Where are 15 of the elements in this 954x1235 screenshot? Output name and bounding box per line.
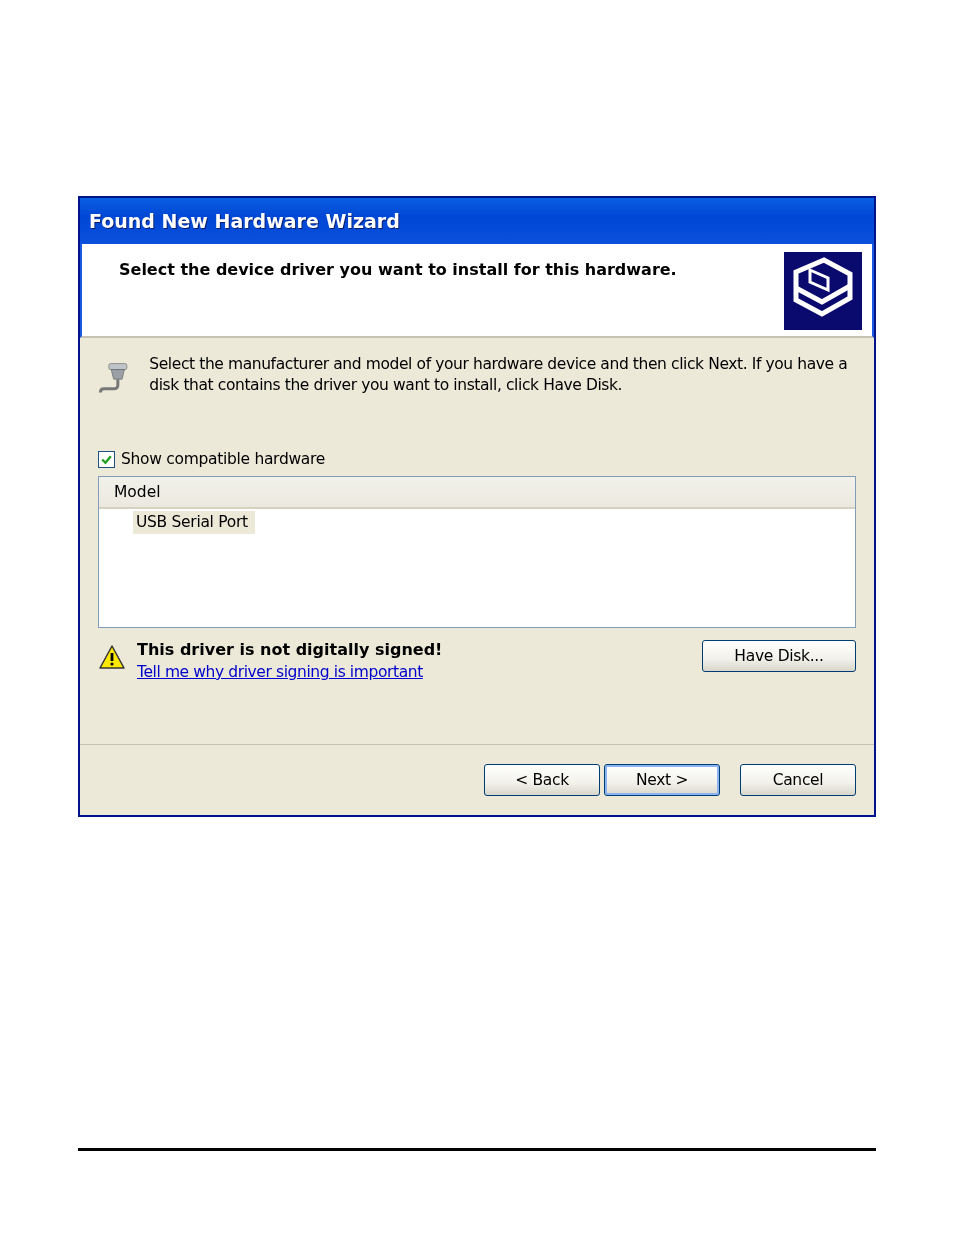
checkbox-label[interactable]: Show compatible hardware (121, 450, 325, 468)
have-disk-button[interactable]: Have Disk... (702, 640, 856, 672)
warning-text: This driver is not digitally signed! (137, 640, 444, 659)
checkbox[interactable] (98, 450, 115, 468)
wizard-button[interactable]: < Back (484, 764, 600, 796)
wizard-heading: Select the device driver you want to install for this hardware. (119, 260, 677, 279)
wizard-button[interactable]: Next > (604, 764, 720, 796)
wizard-button[interactable]: Cancel (740, 764, 856, 796)
window-title: Found New Hardware Wizard (89, 210, 400, 232)
list-item[interactable]: USB Serial Port (133, 511, 255, 534)
hardware-box-icon (784, 252, 862, 330)
instruction-text: Select the manufacturer and model of your hardware device and then click Next. If you have a disk that contains the driver you want to install, click Have Disk. (149, 354, 849, 396)
help-link[interactable]: Tell me why driver signing is important (137, 663, 423, 681)
column-header[interactable]: Model (99, 477, 855, 509)
warning-icon (98, 644, 126, 670)
